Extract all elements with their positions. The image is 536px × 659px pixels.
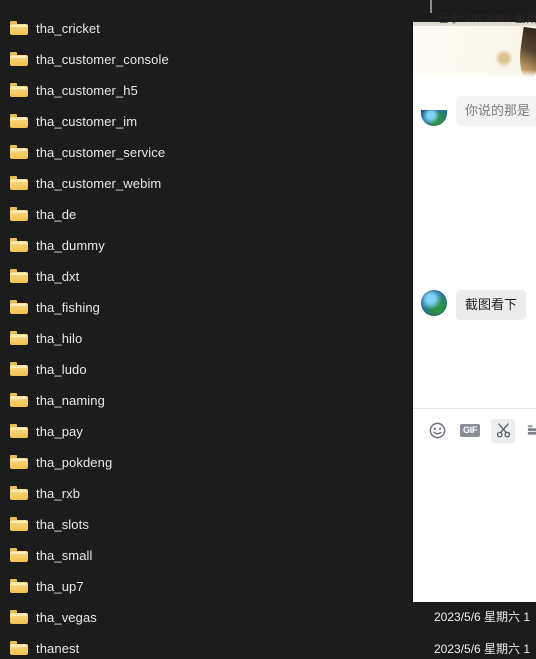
folder-icon	[10, 393, 28, 407]
file-list-item[interactable]: tha_dummy	[10, 234, 105, 256]
folder-icon	[10, 207, 28, 221]
file-list-item-label: tha_hilo	[36, 330, 83, 346]
file-list-item[interactable]: tha_customer_webim	[10, 172, 161, 194]
file-list-item[interactable]: tha_slots	[10, 513, 89, 535]
contact-avatar[interactable]	[421, 290, 447, 316]
file-explorer-list[interactable]: tha_cricket tha_customer_console tha_custo…	[0, 0, 413, 656]
gif-icon[interactable]: GIF	[458, 419, 482, 443]
folder-icon	[10, 548, 28, 562]
file-list-item-label: tha_dummy	[36, 237, 105, 253]
photo-fade	[413, 70, 536, 78]
file-list-item[interactable]: tha_dxt	[10, 265, 79, 287]
folder-icon	[10, 331, 28, 345]
file-list-item[interactable]: tha_vegas	[10, 606, 97, 628]
folder-icon	[10, 455, 28, 469]
file-list-item-label: tha_naming	[36, 392, 105, 408]
file-list-item-label: tha_fishing	[36, 299, 100, 315]
file-list-item-label: tha_de	[36, 206, 77, 222]
folder-icon	[10, 176, 28, 190]
file-list-item[interactable]: tha_small	[10, 544, 93, 566]
header-photo-image	[413, 26, 536, 78]
folder-icon	[10, 145, 28, 159]
file-list-item[interactable]: tha_fishing	[10, 296, 100, 318]
file-list-item-label: tha_customer_im	[36, 113, 138, 129]
file-list-item[interactable]: tha_pay	[10, 420, 83, 442]
emoji-icon[interactable]	[425, 419, 449, 443]
file-list-item[interactable]: tha_pokdeng	[10, 451, 112, 473]
file-list-item-label: thanest	[36, 640, 80, 656]
timestamp: 2023/5/6 星期六 1	[434, 642, 531, 656]
chat-message-row: 你说的那是	[421, 96, 536, 127]
folder-icon	[10, 114, 28, 128]
message-bubble[interactable]: 截图看下	[456, 290, 527, 321]
folder-icon	[10, 579, 28, 593]
file-list-item-label: tha_dxt	[36, 268, 80, 284]
file-list-item-label: tha_cricket	[36, 20, 100, 36]
folder-icon	[10, 610, 28, 624]
scissors-icon[interactable]	[491, 418, 515, 443]
folder-icon	[10, 424, 28, 438]
file-list-item-label: tha_up7	[36, 578, 84, 594]
chat-input-textarea[interactable]	[413, 452, 536, 602]
folder-icon	[10, 52, 28, 66]
text-cursor	[430, 0, 432, 13]
file-list-item[interactable]: tha_naming	[10, 389, 105, 411]
file-list-item[interactable]: tha_customer_console	[10, 48, 169, 70]
file-list-item-label: tha_ludo	[36, 361, 87, 377]
file-list-item-label: tha_customer_console	[36, 51, 169, 67]
folder-icon	[10, 362, 28, 376]
file-list-item-label: tha_slots	[36, 516, 89, 532]
file-list-item-label: tha_customer_webim	[36, 175, 162, 191]
faint-overlay-text: 已于 2023/5/6 星期六	[438, 13, 536, 25]
file-list-item[interactable]: tha_up7	[10, 575, 84, 597]
file-list-item-label: tha_small	[36, 547, 93, 563]
file-list-item[interactable]: tha_ludo	[10, 358, 87, 380]
file-list-item[interactable]: tha_customer_service	[10, 141, 165, 163]
file-list-item-label: tha_vegas	[36, 609, 97, 625]
folder-icon	[10, 238, 28, 252]
folder-icon	[10, 517, 28, 531]
chat-input-toolbar: GIF	[413, 408, 536, 452]
file-list-item[interactable]: tha_de	[10, 203, 76, 225]
folder-icon	[10, 21, 28, 35]
file-list-item-label: tha_customer_service	[36, 144, 166, 160]
file-list-item[interactable]: tha_customer_h5	[10, 79, 138, 101]
file-list-item[interactable]: tha_hilo	[10, 327, 82, 349]
message-bubble[interactable]: 你说的那是	[456, 96, 536, 127]
file-list-item-label: tha_customer_h5	[36, 82, 138, 98]
folder-icon	[10, 83, 28, 97]
folder-icon	[10, 300, 28, 314]
file-list-item-label: tha_pokdeng	[36, 454, 113, 470]
chat-window[interactable]: 你说的那是 截图看下 GIF	[413, 22, 536, 602]
folder-icon	[10, 486, 28, 500]
folder-icon	[10, 641, 28, 655]
folder-icon	[10, 269, 28, 283]
gif-label: GIF	[459, 424, 481, 437]
file-list-item[interactable]: tha_cricket	[10, 17, 100, 39]
file-list-item[interactable]: tha_customer_im	[10, 110, 137, 132]
contact-avatar[interactable]	[421, 110, 447, 127]
timestamp: 2023/5/6 星期六 1	[434, 610, 531, 624]
file-list-item-label: tha_pay	[36, 423, 83, 439]
chat-message-row: 截图看下	[421, 290, 527, 321]
file-list-item-label: tha_rxb	[36, 485, 81, 501]
file-icon[interactable]	[524, 419, 536, 443]
file-list-item[interactable]: tha_rxb	[10, 482, 80, 504]
